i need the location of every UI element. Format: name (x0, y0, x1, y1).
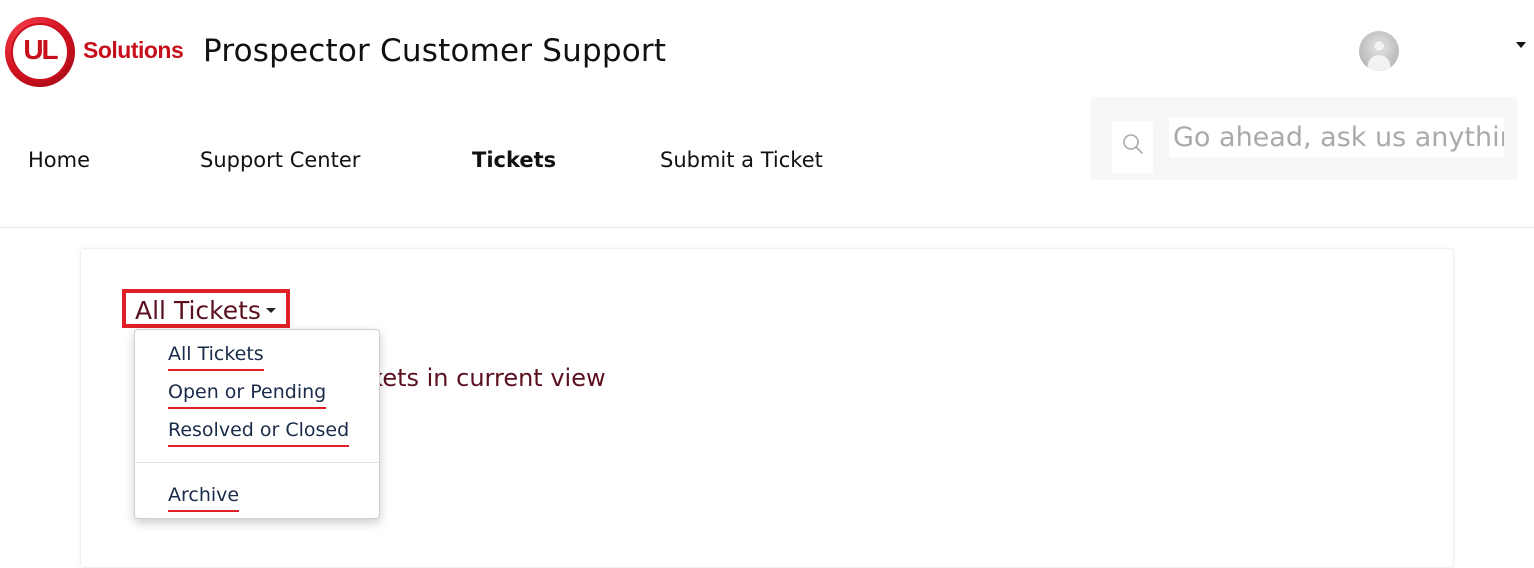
ticket-view-label: All Tickets (135, 296, 261, 325)
menu-item-all-tickets[interactable]: All Tickets (168, 343, 264, 371)
search-icon (1123, 134, 1143, 154)
nav-item-submit-a-ticket[interactable]: Submit a Ticket (660, 148, 823, 172)
search-button[interactable] (1112, 121, 1153, 173)
menu-divider (136, 462, 379, 463)
ticket-view-dropdown[interactable]: All Tickets (122, 289, 290, 328)
ticket-view-menu: All Tickets Open or Pending Resolved or … (134, 329, 380, 519)
menu-item-open-or-pending[interactable]: Open or Pending (168, 381, 327, 409)
search-input[interactable] (1169, 117, 1504, 157)
avatar-head-shape (1373, 40, 1385, 52)
avatar-body-shape (1367, 54, 1391, 71)
site-title: Prospector Customer Support (203, 33, 667, 69)
nav-item-tickets[interactable]: Tickets (472, 148, 556, 172)
nav-item-support-center[interactable]: Support Center (200, 148, 360, 172)
logo-wordmark: Solutions (83, 37, 184, 63)
site-header: UL Solutions Prospector Customer Support… (0, 0, 1534, 228)
menu-item-resolved-or-closed[interactable]: Resolved or Closed (168, 419, 350, 447)
menu-item-archive[interactable]: Archive (168, 484, 240, 512)
user-avatar[interactable] (1359, 31, 1399, 71)
chevron-down-icon[interactable] (1516, 42, 1526, 48)
nav-item-home[interactable]: Home (28, 148, 90, 172)
logo-mark-text: UL (23, 34, 58, 65)
search-box (1091, 97, 1517, 180)
ul-solutions-logo[interactable]: UL Solutions (5, 17, 184, 87)
caret-down-icon (266, 308, 276, 313)
